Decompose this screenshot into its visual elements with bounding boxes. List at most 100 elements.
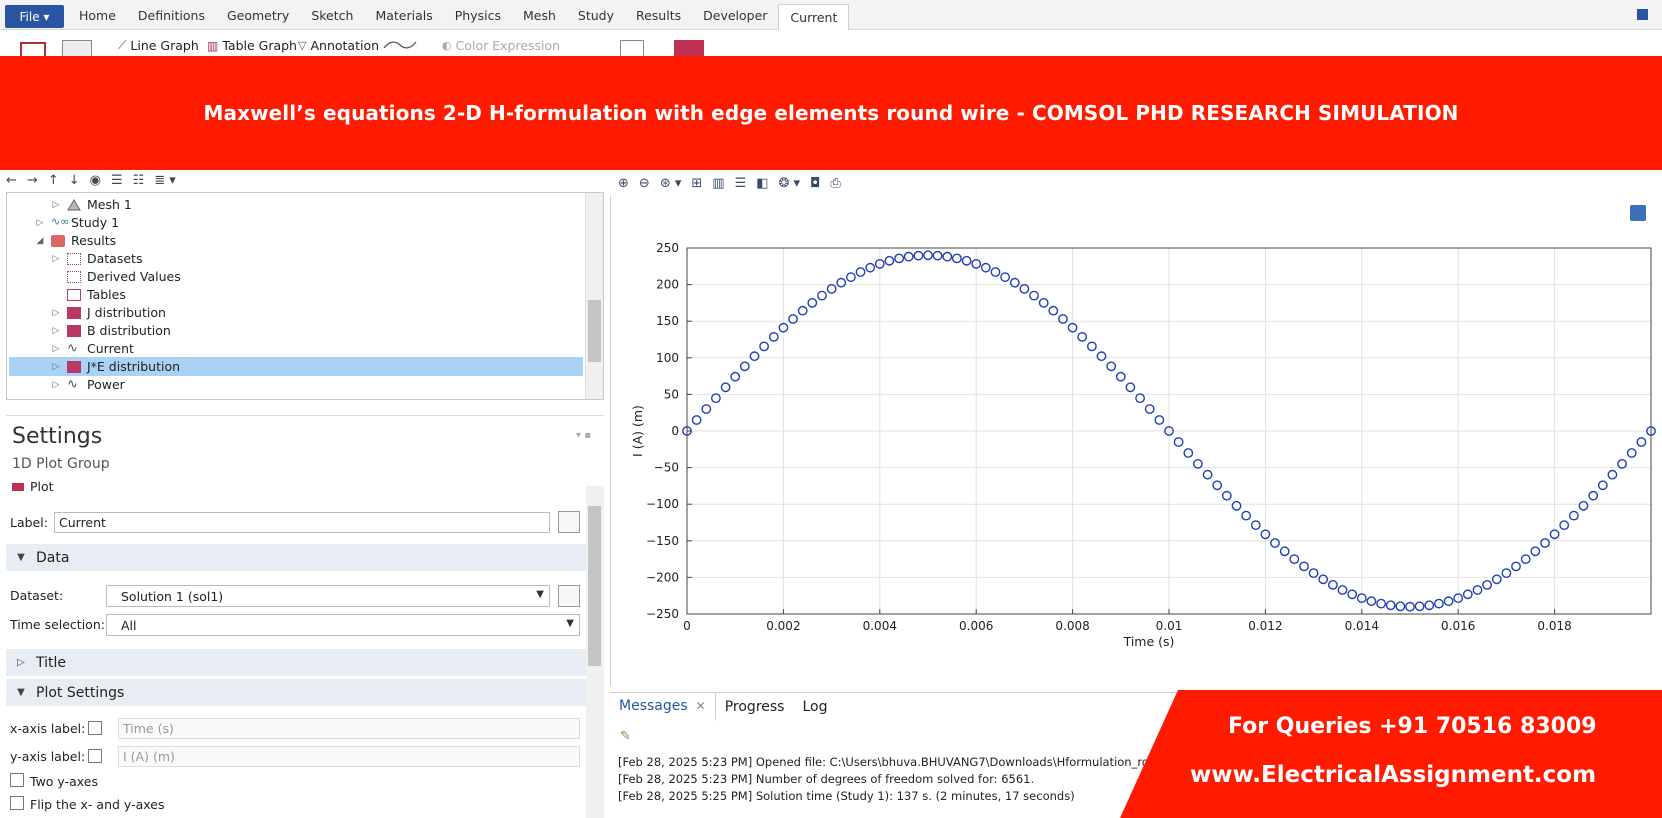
- tab-developer[interactable]: Developer: [692, 0, 778, 30]
- camera-icon[interactable]: ◘: [810, 176, 820, 191]
- expand-arrow-icon[interactable]: ▷: [51, 308, 61, 318]
- legend-icon[interactable]: ◧: [756, 176, 768, 191]
- tab-geometry[interactable]: Geometry: [216, 0, 300, 30]
- tab-progress[interactable]: Progress: [716, 693, 794, 721]
- tab-log[interactable]: Log: [793, 693, 836, 721]
- forward-arrow-icon[interactable]: →: [27, 173, 38, 188]
- expand-arrow-icon[interactable]: ▷: [51, 344, 61, 354]
- zoom-extents-icon[interactable]: ⊞: [691, 176, 702, 191]
- tab-results[interactable]: Results: [625, 0, 692, 30]
- xaxis-label-input[interactable]: Time (s): [118, 718, 580, 739]
- section-title[interactable]: ▷ Title: [6, 649, 586, 676]
- flip-axes-checkbox[interactable]: [10, 796, 24, 810]
- plot2d-icon: [67, 360, 81, 373]
- current-plot[interactable]: 0 0.002 0.004 0.006 0.008 0.01 0.012 0.014 0.016…: [611, 196, 1661, 686]
- tree-item-current[interactable]: ▷ ∿ Current: [51, 339, 603, 358]
- tab-home[interactable]: Home: [68, 0, 127, 30]
- tree-item-mesh[interactable]: ▷ Mesh 1: [51, 195, 603, 214]
- print-icon[interactable]: ⎙: [830, 176, 840, 191]
- tree-item-b-distribution[interactable]: ▷ B distribution: [51, 321, 603, 340]
- message-line: [Feb 28, 2025 5:23 PM] Number of degrees…: [618, 772, 1035, 786]
- zoom-box-icon[interactable]: ⊛ ▾: [660, 176, 682, 191]
- collapse-arrow-icon[interactable]: ◢: [35, 236, 45, 246]
- pin-icon[interactable]: ▾ ▪: [576, 430, 591, 441]
- wave-icon[interactable]: [383, 38, 417, 52]
- tree-item-j-distribution[interactable]: ▷ J distribution: [51, 303, 603, 322]
- tree-item-derived-values[interactable]: Derived Values: [51, 267, 603, 286]
- line-graph-button[interactable]: ⟋ Line Graph: [118, 38, 199, 53]
- yaxis-label-input[interactable]: I (A) (m): [118, 746, 580, 767]
- zoom-out-icon[interactable]: ⊖: [639, 176, 650, 191]
- move-down-icon[interactable]: ↓: [69, 173, 80, 188]
- flip-axes-label: Flip the x- and y-axes: [30, 797, 165, 812]
- tree-item-je-distribution[interactable]: ▷ J*E distribution: [9, 357, 583, 376]
- dataset-select[interactable]: Solution 1 (sol1) ▼: [106, 585, 550, 607]
- xaxis-label-checkbox[interactable]: [88, 721, 102, 735]
- tab-study[interactable]: Study: [567, 0, 625, 30]
- derived-values-icon: [67, 270, 81, 283]
- tab-current[interactable]: Current: [778, 4, 850, 31]
- y-tick-label: 50: [664, 387, 679, 401]
- plot-button[interactable]: Plot: [12, 479, 54, 494]
- grid-icon[interactable]: ▥: [712, 176, 724, 191]
- scene-light-icon[interactable]: ❂ ▾: [779, 176, 801, 191]
- tab-messages[interactable]: Messages ✕: [610, 693, 716, 721]
- section-plot-settings[interactable]: ▼ Plot Settings: [6, 679, 586, 706]
- expand-sections-icon[interactable]: ☰: [111, 173, 123, 188]
- annotation-button[interactable]: ▽ Annotation: [298, 38, 379, 53]
- tree-item-datasets[interactable]: ▷ Datasets: [51, 249, 603, 268]
- expand-arrow-icon[interactable]: ▷: [51, 200, 61, 210]
- tree-item-tables[interactable]: Tables: [51, 285, 603, 304]
- close-icon[interactable]: ✕: [696, 699, 706, 713]
- tree-item-power[interactable]: ▷ ∿ Power: [51, 375, 603, 394]
- zoom-in-icon[interactable]: ⊕: [618, 176, 629, 191]
- color-expression-button[interactable]: ◐ Color Expression: [442, 38, 560, 53]
- image-icon[interactable]: [674, 40, 704, 56]
- tree-item-study[interactable]: ▷ ∿∞ Study 1: [35, 213, 603, 232]
- settings-scrollbar[interactable]: [586, 486, 604, 818]
- expand-arrow-icon: ▷: [17, 657, 25, 668]
- label-edit-icon[interactable]: [558, 511, 580, 533]
- x-tick-label: 0.006: [959, 619, 993, 633]
- expand-arrow-icon[interactable]: ▷: [35, 218, 45, 228]
- dataset-caption: Dataset:: [10, 588, 64, 603]
- back-arrow-icon[interactable]: ←: [6, 173, 17, 188]
- tab-physics[interactable]: Physics: [444, 0, 512, 30]
- tab-mesh[interactable]: Mesh: [512, 0, 567, 30]
- list-icon[interactable]: ≣ ▾: [154, 173, 176, 188]
- two-y-axes-checkbox[interactable]: [10, 773, 24, 787]
- table-graph-button[interactable]: ▥ Table Graph: [207, 38, 297, 53]
- graphics-badge-icon[interactable]: [1630, 205, 1646, 221]
- settings-scroll-thumb[interactable]: [588, 506, 601, 666]
- tree-item-results[interactable]: ◢ Results: [35, 231, 603, 250]
- section-data[interactable]: ▼ Data: [6, 544, 586, 571]
- tab-materials[interactable]: Materials: [364, 0, 443, 30]
- file-menu-button[interactable]: File ▾: [5, 5, 64, 28]
- tree-scrollbar[interactable]: [585, 193, 603, 399]
- graphics-window: 0 0.002 0.004 0.006 0.008 0.01 0.012 0.014 0.016…: [610, 196, 1660, 686]
- tab-sketch[interactable]: Sketch: [300, 0, 364, 30]
- contact-website[interactable]: www.ElectricalAssignment.com: [1190, 762, 1596, 788]
- axis-icon[interactable]: ☰: [735, 176, 747, 191]
- clear-icon[interactable]: ✎: [620, 729, 631, 744]
- title-banner: Maxwell’s equations 2-D H-formulation wi…: [0, 56, 1662, 170]
- tree-scroll-thumb[interactable]: [588, 300, 601, 362]
- yaxis-label-checkbox[interactable]: [88, 749, 102, 763]
- help-icon[interactable]: [1637, 9, 1648, 20]
- collapse-sections-icon[interactable]: ☷: [133, 173, 145, 188]
- expand-arrow-icon[interactable]: ▷: [51, 380, 61, 390]
- contact-overlay: For Queries +91 70516 83009 www.Electric…: [1120, 690, 1662, 818]
- tab-definitions[interactable]: Definitions: [127, 0, 216, 30]
- move-up-icon[interactable]: ↑: [48, 173, 59, 188]
- plot2d-icon: [67, 324, 81, 337]
- expand-arrow-icon[interactable]: ▷: [51, 326, 61, 336]
- datasets-icon: [67, 252, 81, 265]
- x-tick-label: 0: [683, 619, 691, 633]
- expand-arrow-icon[interactable]: ▷: [51, 362, 61, 372]
- time-selection-select[interactable]: All ▼: [106, 614, 580, 636]
- dataset-goto-icon[interactable]: [558, 585, 580, 607]
- show-icon[interactable]: ◉: [90, 173, 101, 188]
- label-input[interactable]: Current: [54, 512, 550, 533]
- expand-arrow-icon[interactable]: ▷: [51, 254, 61, 264]
- menu-bar: File ▾ Home Definitions Geometry Sketch …: [0, 0, 1662, 31]
